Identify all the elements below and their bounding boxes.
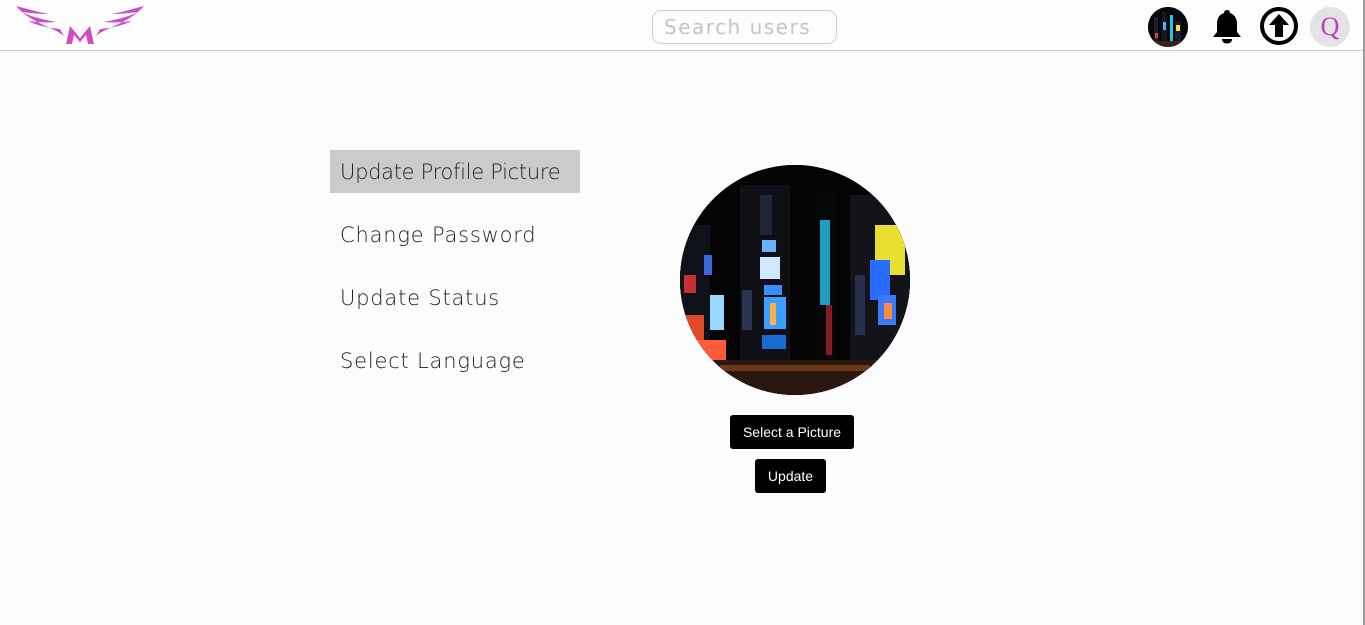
page: Q Update Profile Picture Change Password… (0, 0, 1365, 625)
user-initial: Q (1320, 12, 1340, 41)
search-input[interactable] (652, 10, 837, 44)
menu-item-label: Update Status (340, 285, 501, 310)
top-bar: Q (0, 0, 1363, 51)
city-photo-thumbnail-icon (1148, 7, 1188, 47)
city-night-photo-icon (680, 165, 910, 395)
profile-picture (680, 165, 910, 395)
winged-m-logo-icon[interactable] (14, 4, 146, 46)
user-menu-avatar[interactable]: Q (1310, 7, 1350, 47)
menu-item-label: Update Profile Picture (340, 159, 561, 184)
menu-item-change-password[interactable]: Change Password (330, 213, 580, 256)
upload-arrow-icon[interactable] (1259, 6, 1299, 46)
menu-item-select-language[interactable]: Select Language (330, 339, 580, 382)
update-button[interactable]: Update (755, 459, 826, 493)
bell-icon[interactable] (1210, 8, 1244, 44)
avatar[interactable] (1148, 7, 1188, 47)
settings-menu: Update Profile Picture Change Password U… (330, 150, 580, 402)
menu-item-label: Select Language (340, 348, 526, 373)
menu-item-update-status[interactable]: Update Status (330, 276, 580, 319)
select-picture-button[interactable]: Select a Picture (730, 415, 854, 449)
menu-item-label: Change Password (340, 222, 537, 247)
menu-item-update-profile-picture[interactable]: Update Profile Picture (330, 150, 580, 193)
